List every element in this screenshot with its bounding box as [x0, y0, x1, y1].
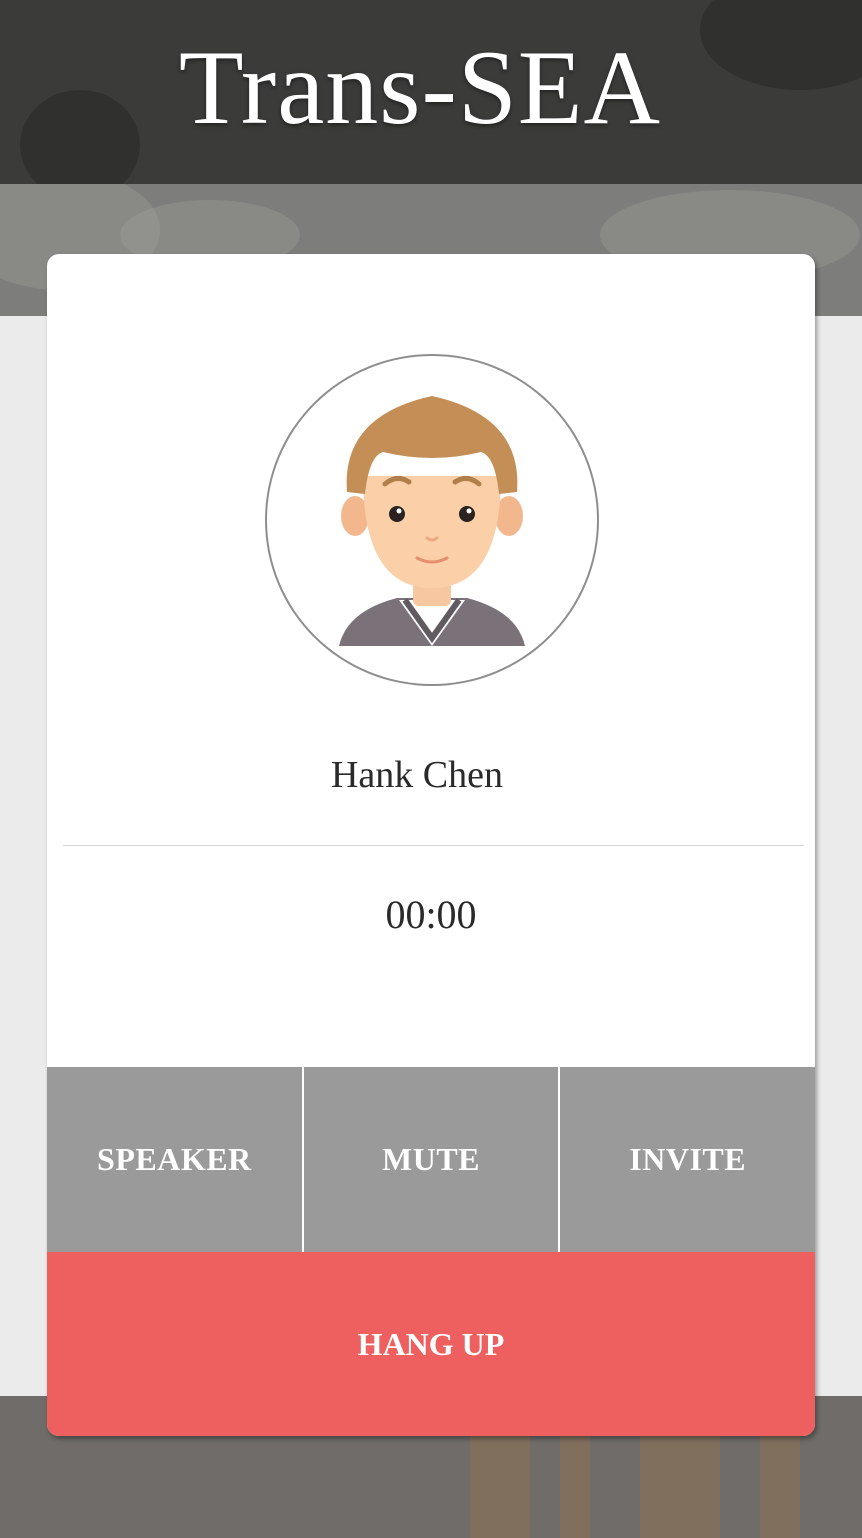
call-controls: SPEAKER MUTE INVITE	[47, 1067, 815, 1252]
mute-button[interactable]: MUTE	[301, 1067, 559, 1252]
caller-name: Hank Chen	[330, 754, 504, 796]
invite-button[interactable]: INVITE	[558, 1067, 815, 1252]
app-header: Trans-SEA	[0, 0, 862, 184]
male-avatar-icon	[339, 396, 525, 646]
app-title: Trans-SEA	[178, 29, 662, 146]
call-timer: 00:00	[385, 892, 477, 937]
caller-avatar	[265, 354, 599, 686]
call-card: Hank Chen 00:00 SPEAKER MUTE INVITE HANG…	[47, 254, 815, 1436]
divider	[63, 845, 804, 846]
speaker-button[interactable]: SPEAKER	[47, 1067, 302, 1252]
hang-up-button[interactable]: HANG UP	[47, 1252, 815, 1436]
